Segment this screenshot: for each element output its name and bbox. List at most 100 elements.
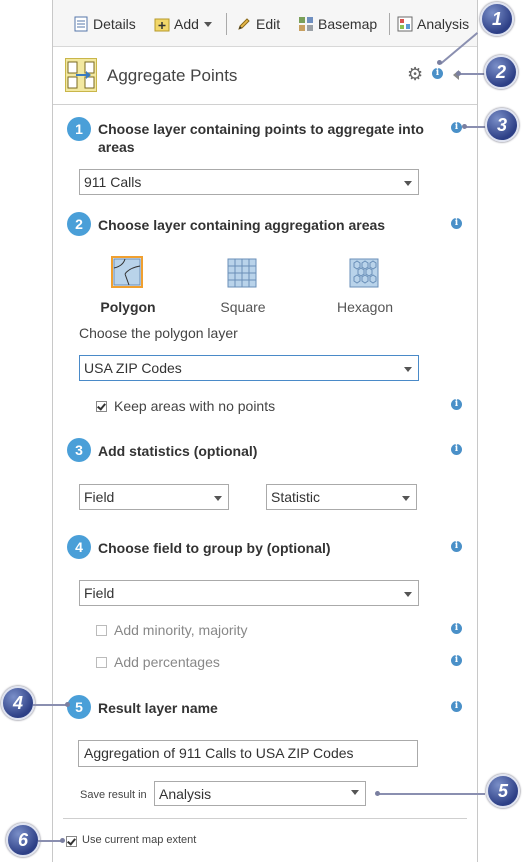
polygon-layer-value: USA ZIP Codes <box>84 360 182 376</box>
chevron-down-icon <box>404 181 412 186</box>
toolbar-divider <box>226 13 227 35</box>
callout-6-line <box>38 840 62 842</box>
polygon-layer-label: Choose the polygon layer <box>79 325 238 341</box>
analysis-label: Analysis <box>417 16 470 32</box>
info-icon[interactable]: i <box>451 541 462 552</box>
callout-1-badge: 1 <box>480 2 514 36</box>
basemap-icon <box>298 16 314 32</box>
info-icon[interactable]: i <box>451 701 462 712</box>
chevron-down-icon <box>214 496 222 501</box>
aggregate-points-panel: Details Add Edit Basemap Analysis Aggreg… <box>52 0 478 862</box>
step-5-label: Result layer name <box>98 700 218 716</box>
callout-4-dot <box>65 702 70 707</box>
footer-divider <box>63 818 467 819</box>
edit-button[interactable]: Edit <box>236 14 280 34</box>
chevron-down-icon <box>351 790 359 795</box>
add-button[interactable]: Add <box>154 14 212 34</box>
group-by-field-value: Field <box>84 585 115 601</box>
callout-3-dot <box>462 124 467 129</box>
square-grid-icon <box>227 258 257 288</box>
input-layer-value: 911 Calls <box>84 174 142 190</box>
polygon-layer-select[interactable]: USA ZIP Codes <box>79 355 419 381</box>
info-icon[interactable]: i <box>451 122 462 133</box>
step-1-label-line1: Choose layer containing points to aggreg… <box>98 121 424 137</box>
details-label: Details <box>93 16 136 32</box>
tool-header: Aggregate Points ⚙ i <box>53 46 477 105</box>
callout-2-dot <box>456 71 461 76</box>
percentages-label: Add percentages <box>114 654 220 670</box>
polygon-icon <box>113 258 141 286</box>
map-extent-checkbox[interactable] <box>66 836 77 847</box>
info-icon[interactable]: i <box>432 68 443 79</box>
callout-5-badge: 5 <box>486 774 520 808</box>
callout-1-dot <box>437 60 442 65</box>
step-3-label: Add statistics (optional) <box>98 443 258 459</box>
step-2-number: 2 <box>67 212 91 236</box>
map-toolbar: Details Add Edit Basemap Analysis <box>53 0 477 47</box>
pencil-icon <box>236 16 252 32</box>
statistic-field-value: Field <box>84 489 115 505</box>
callout-3-badge: 3 <box>485 108 519 142</box>
callout-6-dot <box>60 838 65 843</box>
step-2-label: Choose layer containing aggregation area… <box>98 217 386 233</box>
add-label: Add <box>174 16 199 32</box>
step-1-number: 1 <box>67 117 91 141</box>
chevron-down-icon <box>404 367 412 372</box>
save-folder-select[interactable]: Analysis <box>154 781 366 806</box>
hexagon-option[interactable] <box>349 258 381 290</box>
map-extent-label: Use current map extent <box>82 834 197 846</box>
chevron-down-icon <box>404 592 412 597</box>
square-option[interactable] <box>227 258 259 290</box>
callout-6-badge: 6 <box>6 823 40 857</box>
basemap-button[interactable]: Basemap <box>298 14 377 34</box>
statistic-type-value: Statistic <box>271 489 321 505</box>
analysis-button[interactable]: Analysis <box>397 14 469 34</box>
callout-5-dot <box>375 791 380 796</box>
details-button[interactable]: Details <box>73 14 136 34</box>
keep-areas-label: Keep areas with no points <box>114 398 276 414</box>
group-by-field-select[interactable]: Field <box>79 580 419 606</box>
step-4-label: Choose field to group by (optional) <box>98 540 331 556</box>
square-label: Square <box>220 299 266 315</box>
polygon-option[interactable] <box>111 256 143 288</box>
info-icon[interactable]: i <box>451 399 462 410</box>
step-3-number: 3 <box>67 438 91 462</box>
percentages-checkbox[interactable] <box>96 657 107 668</box>
callout-2-line <box>458 73 486 75</box>
statistic-field-select[interactable]: Field <box>79 484 229 510</box>
gear-icon[interactable]: ⚙ <box>407 64 423 85</box>
callout-3-line <box>464 126 486 128</box>
hexagon-grid-icon <box>349 258 379 288</box>
minority-majority-checkbox[interactable] <box>96 625 107 636</box>
callout-4-line <box>33 704 67 706</box>
page-title: Aggregate Points <box>107 66 238 85</box>
callout-4-badge: 4 <box>1 686 35 720</box>
save-folder-value: Analysis <box>159 786 212 802</box>
callout-5-line <box>377 793 485 795</box>
step-5-number: 5 <box>67 695 91 719</box>
step-1-label: Choose layer containing points to aggreg… <box>98 120 424 156</box>
chevron-down-icon <box>402 496 410 501</box>
callout-2-badge: 2 <box>484 55 518 89</box>
save-result-label: Save result in <box>80 789 147 801</box>
chevron-down-icon <box>203 21 212 27</box>
info-icon[interactable]: i <box>451 218 462 229</box>
info-icon[interactable]: i <box>451 444 462 455</box>
step-4-number: 4 <box>67 535 91 559</box>
statistic-type-select[interactable]: Statistic <box>266 484 417 510</box>
info-icon[interactable]: i <box>451 623 462 634</box>
polygon-label: Polygon <box>100 299 156 315</box>
basemap-label: Basemap <box>318 16 378 32</box>
details-icon <box>73 16 89 32</box>
toolbar-divider <box>389 13 390 35</box>
keep-areas-checkbox[interactable] <box>96 401 107 412</box>
aggregate-points-icon <box>65 58 97 92</box>
input-layer-select[interactable]: 911 Calls <box>79 169 419 195</box>
info-icon[interactable]: i <box>451 655 462 666</box>
step-1-label-line2: areas <box>98 139 135 155</box>
minority-majority-label: Add minority, majority <box>114 622 248 638</box>
hexagon-label: Hexagon <box>336 299 394 315</box>
analysis-icon <box>397 16 413 32</box>
edit-label: Edit <box>256 16 281 32</box>
result-layer-name-input[interactable]: Aggregation of 911 Calls to USA ZIP Code… <box>78 740 418 767</box>
